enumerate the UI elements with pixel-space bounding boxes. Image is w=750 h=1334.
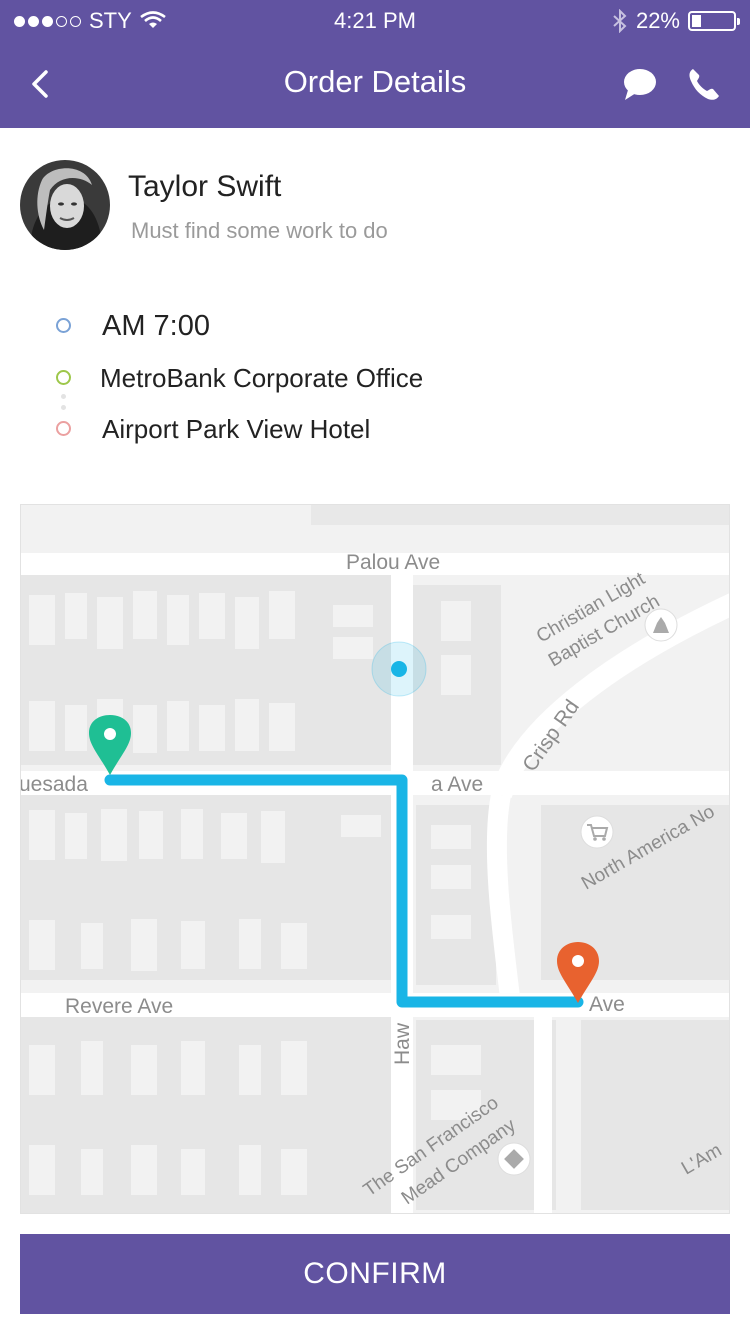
avatar-image (20, 160, 110, 250)
battery-percent: 22% (635, 8, 680, 33)
nav-bar: Order Details (0, 40, 750, 128)
status-right: 22% (612, 8, 740, 34)
street-label-palou: Palou Ave (346, 551, 440, 574)
chat-button[interactable] (620, 64, 660, 104)
route-dot (61, 394, 66, 399)
status-bar: STY 4:21 PM 22% (0, 0, 750, 40)
current-location-icon (371, 641, 427, 697)
trip-time-row: AM 7:00 (0, 306, 750, 346)
bluetooth-icon (613, 9, 627, 33)
street-label-revere-left: Revere Ave (65, 995, 173, 1018)
street-label-hawes: Haw (391, 1022, 414, 1065)
pickup-dot-icon (56, 370, 71, 385)
phone-icon (689, 69, 719, 100)
street-label-quesada-left: uesada (21, 773, 88, 796)
header: STY 4:21 PM 22% Order Details (0, 0, 750, 128)
shopping-cart-poi-icon[interactable] (580, 815, 614, 849)
church-poi-icon[interactable] (644, 608, 678, 642)
street-label-revere-right: Ave (589, 993, 625, 1016)
dropoff-row: Airport Park View Hotel (0, 409, 750, 449)
battery-icon (688, 11, 740, 31)
store-poi-icon[interactable] (497, 1142, 531, 1176)
chat-bubble-icon (624, 69, 656, 100)
dropoff-location: Airport Park View Hotel (102, 414, 371, 444)
dropoff-dot-icon (56, 421, 71, 436)
trip-time: AM 7:00 (102, 310, 210, 342)
street-label-quesada-right: a Ave (431, 773, 483, 796)
pickup-row: MetroBank Corporate Office (0, 358, 750, 398)
call-button[interactable] (684, 64, 724, 104)
time-dot-icon (56, 318, 71, 333)
avatar[interactable] (20, 160, 110, 250)
confirm-button[interactable]: CONFIRM (20, 1234, 730, 1314)
customer-name: Taylor Swift (128, 170, 282, 203)
route-map[interactable]: Palou Ave uesada a Ave Revere Ave Ave Cr… (20, 504, 730, 1214)
customer-tagline: Must find some work to do (131, 218, 388, 243)
pickup-location: MetroBank Corporate Office (100, 363, 424, 393)
map-canvas: Palou Ave uesada a Ave Revere Ave Ave Cr… (21, 505, 729, 1213)
